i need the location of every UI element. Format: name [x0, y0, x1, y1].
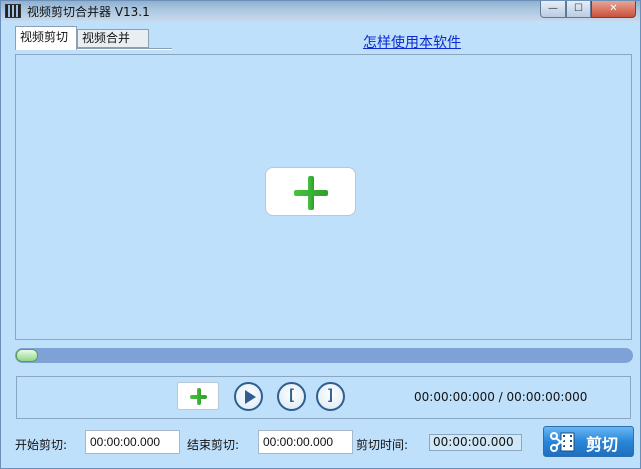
app-icon: [5, 4, 21, 18]
cut-button[interactable]: 剪切: [543, 426, 634, 457]
window-title: 视频剪切合并器 V13.1: [27, 5, 150, 19]
scissors-film-icon: [550, 432, 575, 452]
minimize-button[interactable]: —: [540, 1, 566, 18]
maximize-button[interactable]: ☐: [566, 1, 591, 18]
progress-track[interactable]: [15, 348, 633, 363]
title-bar[interactable]: 视频剪切合并器 V13.1 — ☐ ✕: [1, 1, 640, 21]
add-video-button[interactable]: [265, 167, 356, 216]
end-cut-label: 结束剪切:: [187, 438, 240, 452]
tab-video-cut[interactable]: 视频剪切: [15, 26, 77, 50]
bracket-left-icon: [: [286, 386, 297, 404]
set-start-button[interactable]: [: [277, 382, 306, 411]
add-file-button[interactable]: [177, 382, 219, 410]
cut-button-label: 剪切: [586, 435, 619, 454]
help-link[interactable]: 怎样使用本软件: [363, 32, 461, 52]
progress-slider-handle[interactable]: [16, 349, 38, 362]
plus-icon: [294, 176, 328, 210]
duration-value: 00:00:00.000: [429, 434, 522, 451]
app-window: 视频剪切合并器 V13.1 — ☐ ✕ 视频剪切 视频合并 怎样使用本软件 [ …: [0, 0, 641, 469]
bracket-right-icon: ]: [325, 386, 336, 404]
time-readout: 00:00:00:000 / 00:00:00:000: [414, 390, 588, 404]
start-cut-label: 开始剪切:: [15, 438, 68, 452]
tab-video-merge[interactable]: 视频合并: [77, 29, 149, 48]
end-time-input[interactable]: 00:00:00.000: [258, 430, 353, 454]
play-icon: [245, 390, 256, 404]
duration-label: 剪切时间:: [356, 438, 409, 452]
start-time-input[interactable]: 00:00:00.000: [85, 430, 180, 454]
close-button[interactable]: ✕: [591, 1, 636, 18]
set-end-button[interactable]: ]: [316, 382, 345, 411]
play-button[interactable]: [234, 382, 263, 411]
plus-icon: [190, 388, 207, 405]
